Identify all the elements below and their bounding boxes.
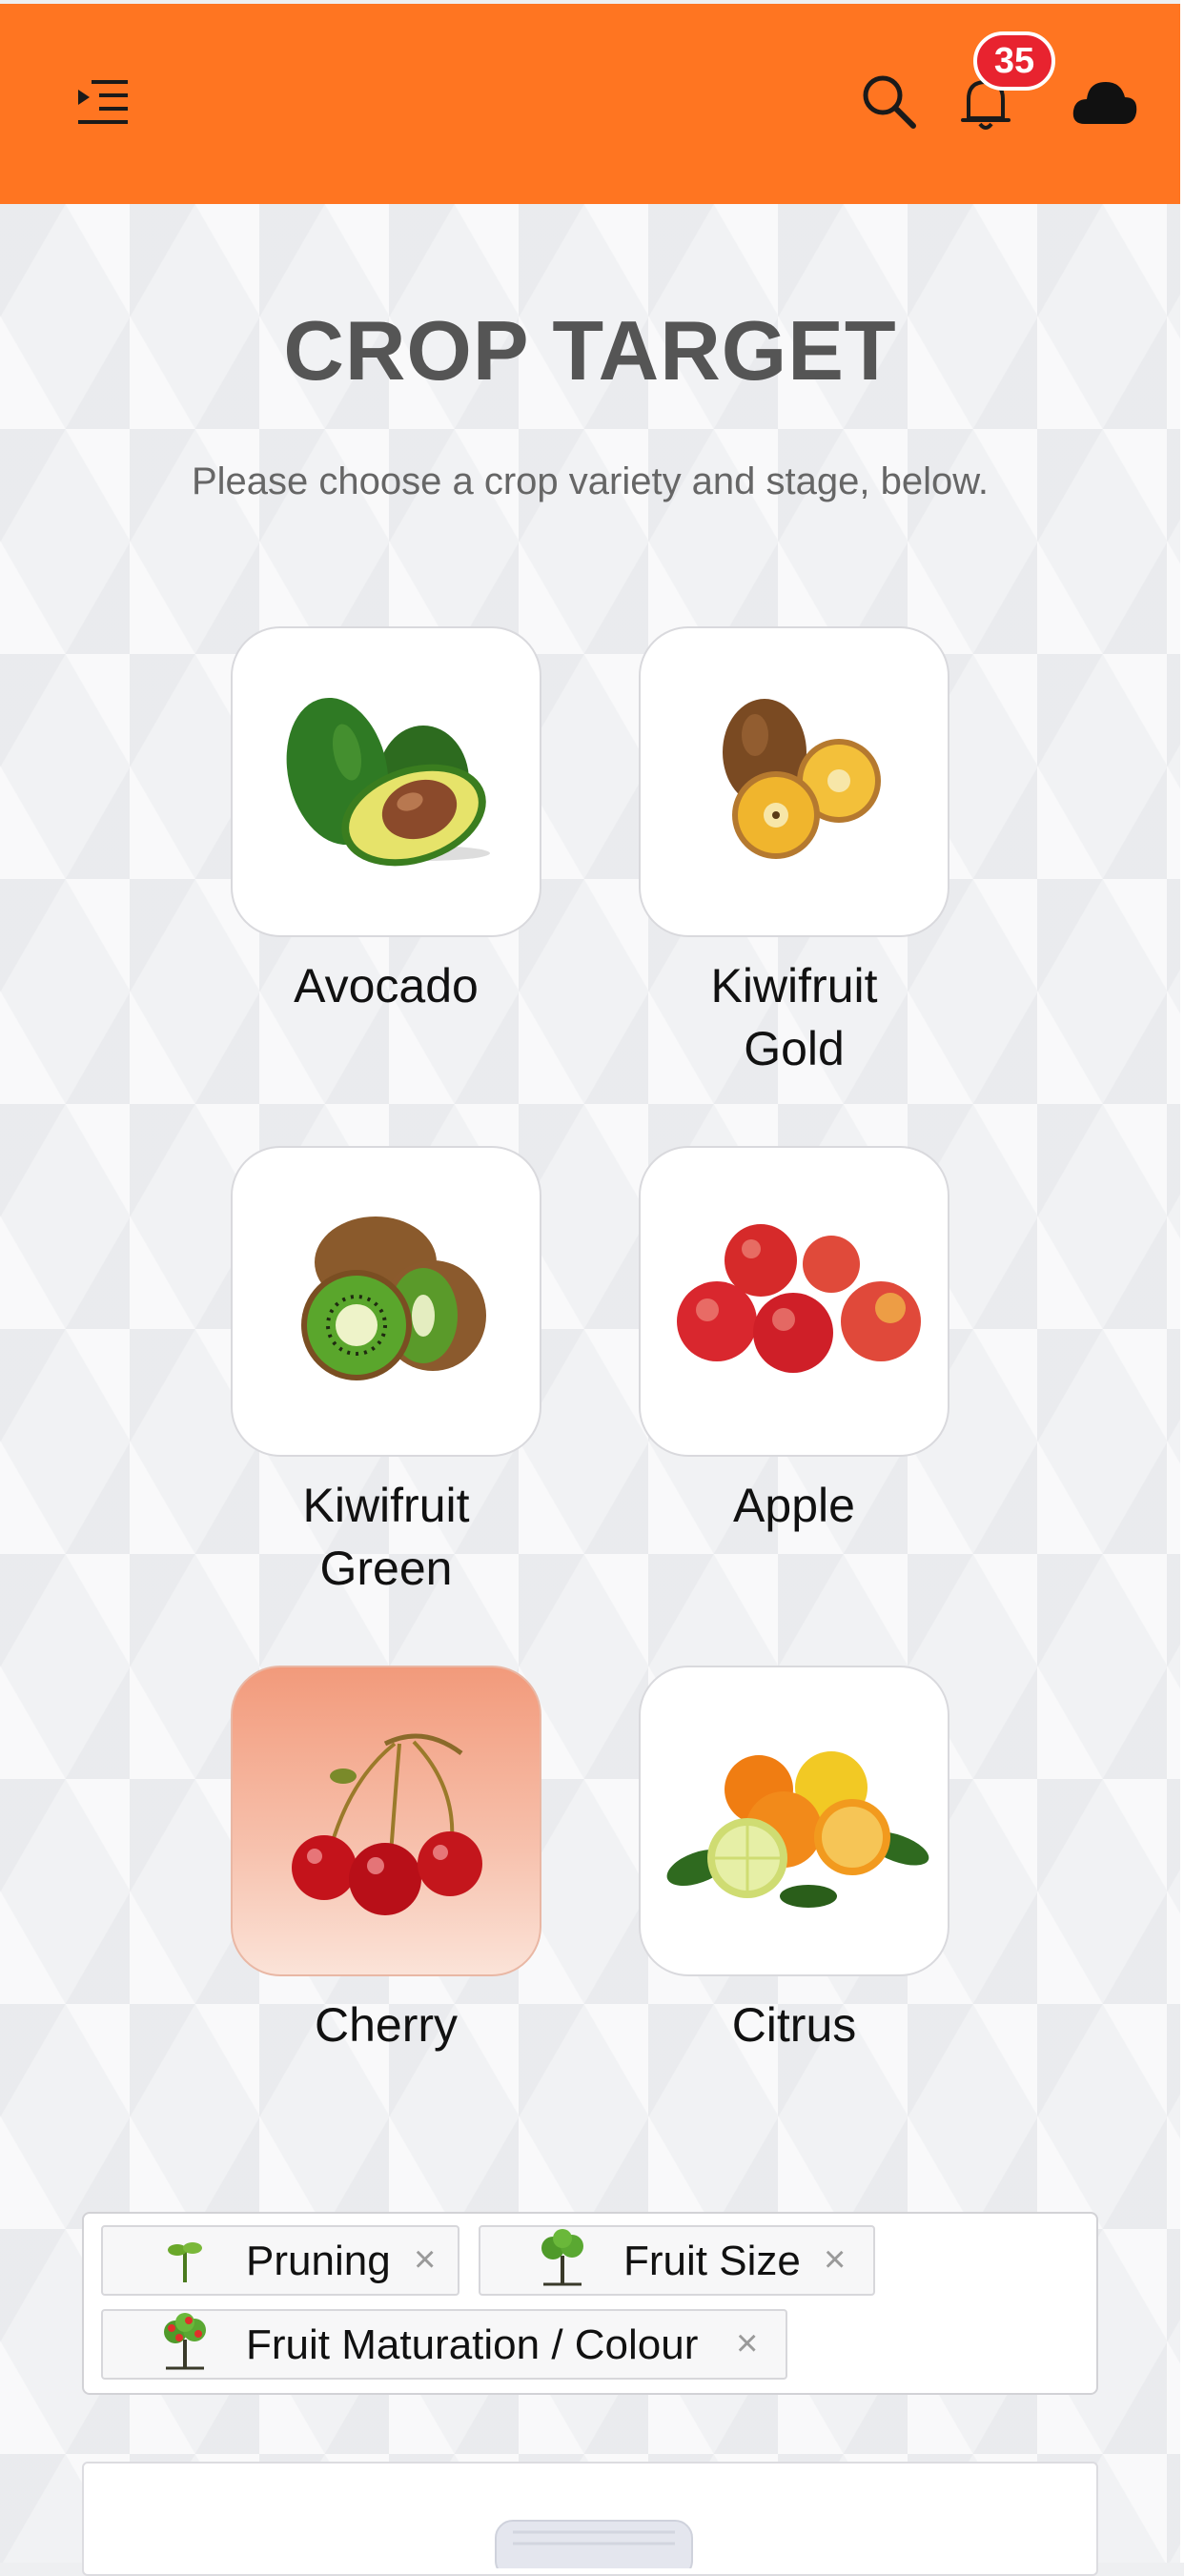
crop-label: Kiwifruit Gold	[710, 959, 878, 1075]
tag-fruit-maturation-colour[interactable]: Fruit Maturation / Colour ×	[101, 2309, 787, 2380]
citrus-image	[666, 1751, 929, 1908]
tag-fruit-size[interactable]: Fruit Size ×	[479, 2225, 875, 2296]
crop-label: Kiwifruit Green	[302, 1479, 470, 1595]
crop-label: Cherry	[314, 1998, 459, 2052]
crop-tile[interactable]	[639, 626, 949, 937]
menu-icon[interactable]	[74, 76, 133, 130]
crop-tile[interactable]	[231, 626, 541, 937]
crop-label: Citrus	[731, 1998, 857, 2052]
crop-tile[interactable]	[231, 1146, 541, 1457]
product-container-image	[495, 2520, 693, 2568]
page-background	[0, 204, 1180, 2563]
cherry-image	[292, 1733, 482, 1915]
avocado-image	[286, 697, 490, 867]
page-subtitle: Please choose a crop variety and stage, …	[191, 460, 990, 502]
kiwifruit-green-image	[301, 1216, 486, 1380]
tree-icon	[541, 2229, 583, 2286]
tag-label: Pruning	[246, 2238, 391, 2284]
stage-tags-input[interactable]: Pruning × Fruit Size × Fruit Maturation …	[82, 2212, 1098, 2395]
crop-label: Avocado	[294, 959, 479, 1012]
tag-label: Fruit Maturation / Colour	[246, 2321, 699, 2368]
tag-label: Fruit Size	[623, 2238, 801, 2284]
crop-tile[interactable]	[639, 1146, 949, 1457]
close-icon[interactable]: ×	[414, 2237, 436, 2282]
tag-pruning[interactable]: Pruning ×	[101, 2225, 459, 2296]
crop-kiwifruit-gold[interactable]: Kiwifruit Gold	[639, 626, 953, 1080]
page-edge	[1180, 0, 1184, 2563]
crop-tile[interactable]	[639, 1666, 949, 1976]
kiwifruit-gold-image	[723, 699, 881, 859]
crop-citrus[interactable]: Citrus	[639, 1666, 953, 2056]
crop-label: Apple	[733, 1479, 855, 1532]
fruit-tree-icon	[164, 2313, 206, 2370]
search-icon[interactable]	[858, 71, 919, 132]
cloud-icon[interactable]	[1072, 76, 1138, 128]
product-card[interactable]	[82, 2462, 1098, 2576]
crop-kiwifruit-green[interactable]: Kiwifruit Green	[231, 1146, 545, 1600]
notification-badge: 35	[973, 31, 1055, 91]
close-icon[interactable]: ×	[824, 2237, 846, 2282]
seedling-icon	[168, 2242, 202, 2282]
close-icon[interactable]: ×	[736, 2320, 758, 2366]
crop-avocado[interactable]: Avocado	[231, 626, 545, 1017]
crop-apple[interactable]: Apple	[639, 1146, 953, 1537]
crop-cherry[interactable]: Cherry	[231, 1666, 545, 2056]
crop-tile-selected[interactable]	[231, 1666, 541, 1976]
apple-image	[677, 1224, 921, 1373]
page-title: CROP TARGET	[283, 303, 897, 398]
